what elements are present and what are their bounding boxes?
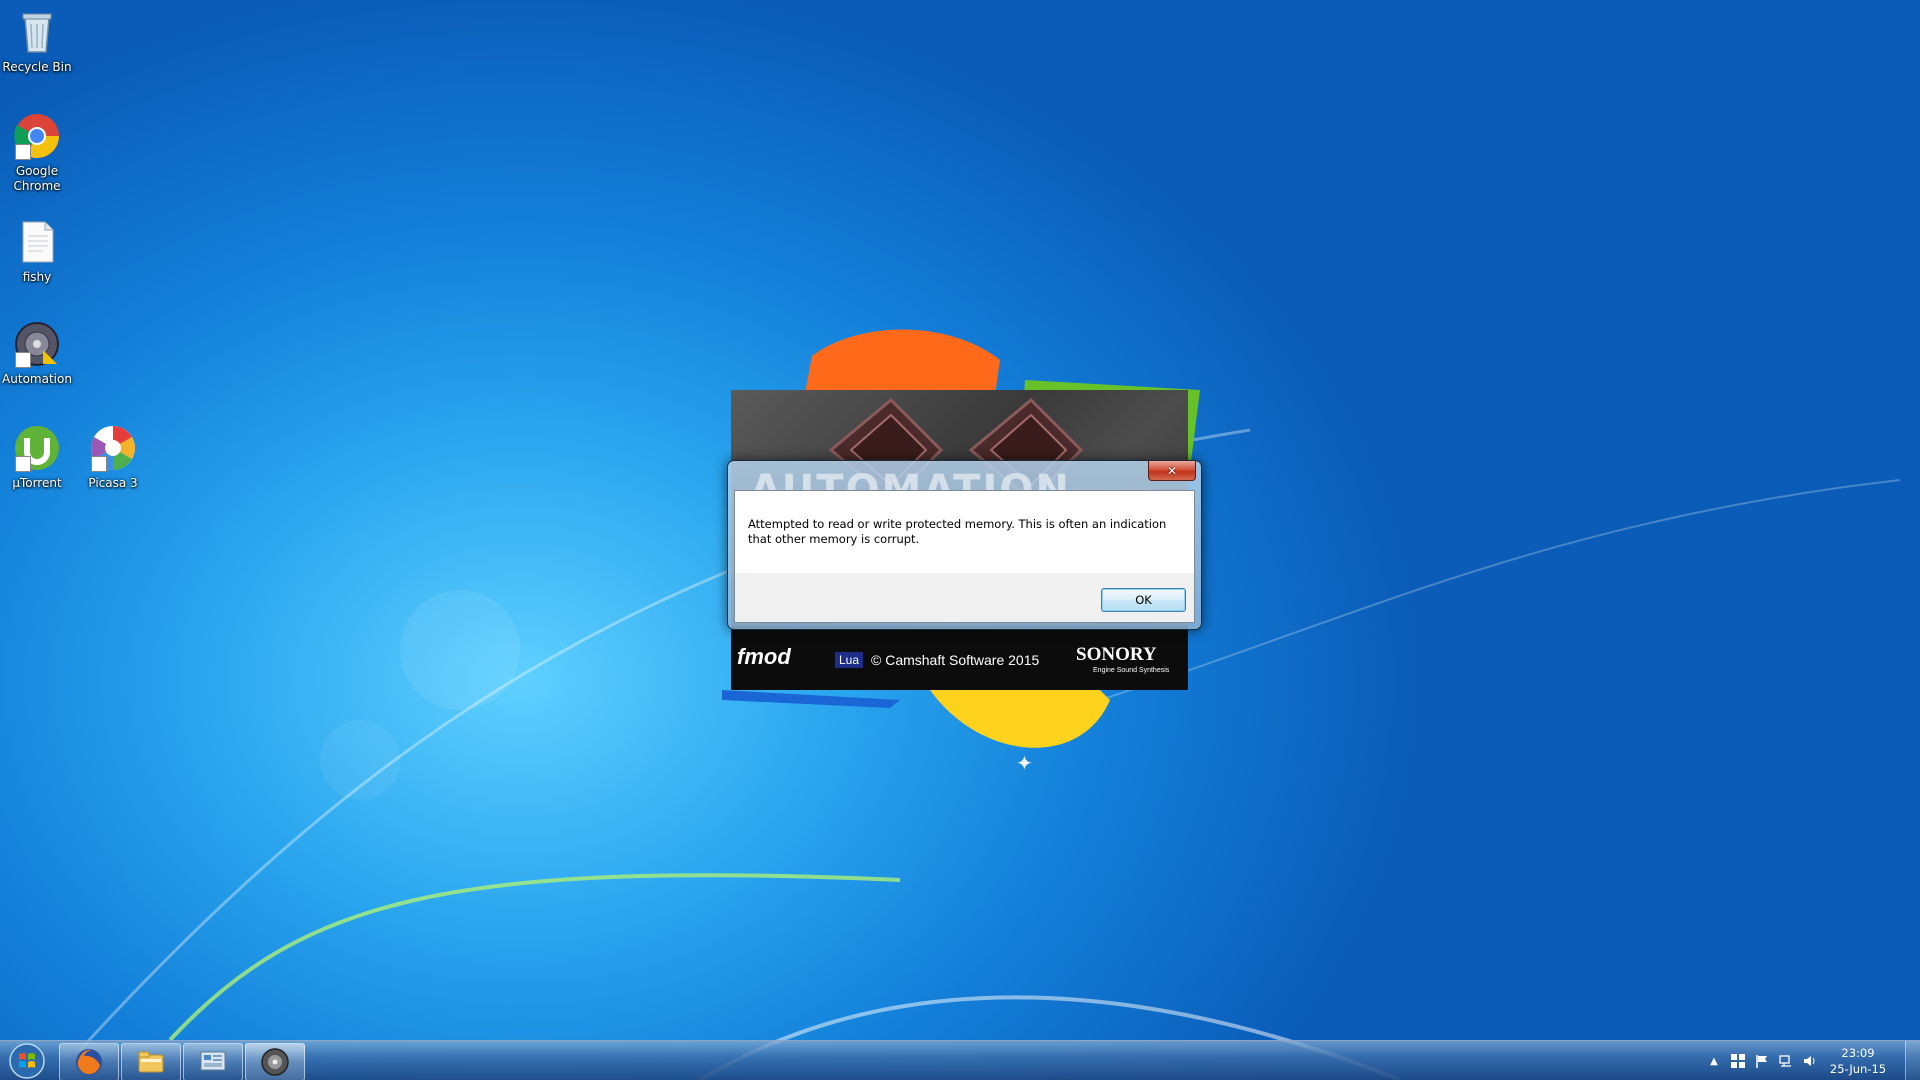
shortcut-arrow-icon (15, 352, 31, 368)
windows-explorer-icon (138, 1051, 164, 1073)
error-message: Attempted to read or write protected mem… (748, 517, 1167, 546)
desktop-icon-label: Automation (2, 372, 72, 386)
network-icon[interactable] (1778, 1053, 1794, 1069)
recycle-bin-icon (13, 8, 61, 56)
action-center-flag-icon[interactable] (1754, 1053, 1770, 1069)
taskbar: ▲ 23:09 25-Jun-15 (0, 1040, 1920, 1080)
text-document-icon (13, 218, 61, 266)
lua-logo: Lua (835, 652, 864, 668)
close-icon: ✕ (1166, 463, 1178, 478)
desktop-icon-picasa[interactable]: Picasa 3 (68, 424, 158, 491)
windows-orb-icon (9, 1043, 45, 1079)
taskbar-control-panel[interactable] (183, 1043, 243, 1080)
desktop-icon-automation[interactable]: Automation (0, 320, 82, 387)
show-desktop-button[interactable] (1905, 1041, 1920, 1080)
desktop-icon-fishy[interactable]: fishy (0, 218, 82, 285)
clock-date: 25-Jun-15 (1829, 1062, 1887, 1076)
taskbar-automation[interactable] (245, 1043, 305, 1080)
windows-logo-blue (722, 690, 900, 708)
error-dialog[interactable]: AUTOMATION ✕ Attempted to read or write … (727, 460, 1202, 630)
desktop-icon-label: Picasa 3 (88, 476, 138, 490)
automation-app-icon (13, 320, 61, 368)
shortcut-arrow-icon (15, 144, 31, 160)
desktop-icon-label: fishy (22, 270, 52, 284)
dialog-body: Attempted to read or write protected mem… (734, 490, 1195, 623)
firefox-icon (76, 1049, 102, 1075)
show-hidden-icons-icon[interactable]: ▲ (1706, 1053, 1722, 1069)
sonory-logo: SONORY (1076, 644, 1157, 665)
windows-logo-yellow (930, 690, 1110, 748)
control-panel-icon (200, 1051, 226, 1071)
desktop-icon-google-chrome[interactable]: Google Chrome (0, 112, 82, 194)
picasa-icon (89, 424, 137, 472)
sonory-tagline: Engine Sound Synthesis (1093, 667, 1170, 674)
shortcut-arrow-icon (91, 456, 107, 472)
volume-icon[interactable] (1802, 1053, 1818, 1069)
windows-icon[interactable] (1730, 1053, 1746, 1069)
splash-footer: fmod Lua © Camshaft Software 2015 SONORY… (731, 626, 1188, 690)
utorrent-icon (13, 424, 61, 472)
dialog-message-area: Attempted to read or write protected mem… (735, 491, 1194, 573)
desktop-icon-label: Recycle Bin (2, 60, 72, 74)
close-button[interactable]: ✕ (1148, 461, 1196, 481)
desktop-icon-label: µTorrent (12, 476, 62, 490)
shortcut-arrow-icon (15, 456, 31, 472)
taskbar-clock[interactable]: 23:09 25-Jun-15 (1818, 1045, 1898, 1077)
chrome-icon (13, 112, 61, 160)
dialog-title-bar-ghost-text: AUTOMATION (750, 467, 1071, 491)
desktop-icon-label: Google Chrome (13, 164, 61, 193)
fmod-logo: fmod (737, 644, 791, 669)
taskbar-firefox[interactable] (59, 1043, 119, 1080)
automation-app-icon (261, 1048, 289, 1076)
ok-button[interactable]: OK (1101, 588, 1186, 612)
desktop[interactable]: ✦ Recycle Bin Google Chrome fishy Automa… (0, 0, 1920, 1080)
svg-text:✦: ✦ (1016, 751, 1033, 775)
taskbar-windows-explorer[interactable] (121, 1043, 181, 1080)
desktop-icon-recycle-bin[interactable]: Recycle Bin (0, 8, 82, 75)
start-button[interactable] (4, 1041, 50, 1080)
splash-copyright: © Camshaft Software 2015 (871, 652, 1040, 668)
clock-time: 23:09 (1841, 1046, 1875, 1060)
